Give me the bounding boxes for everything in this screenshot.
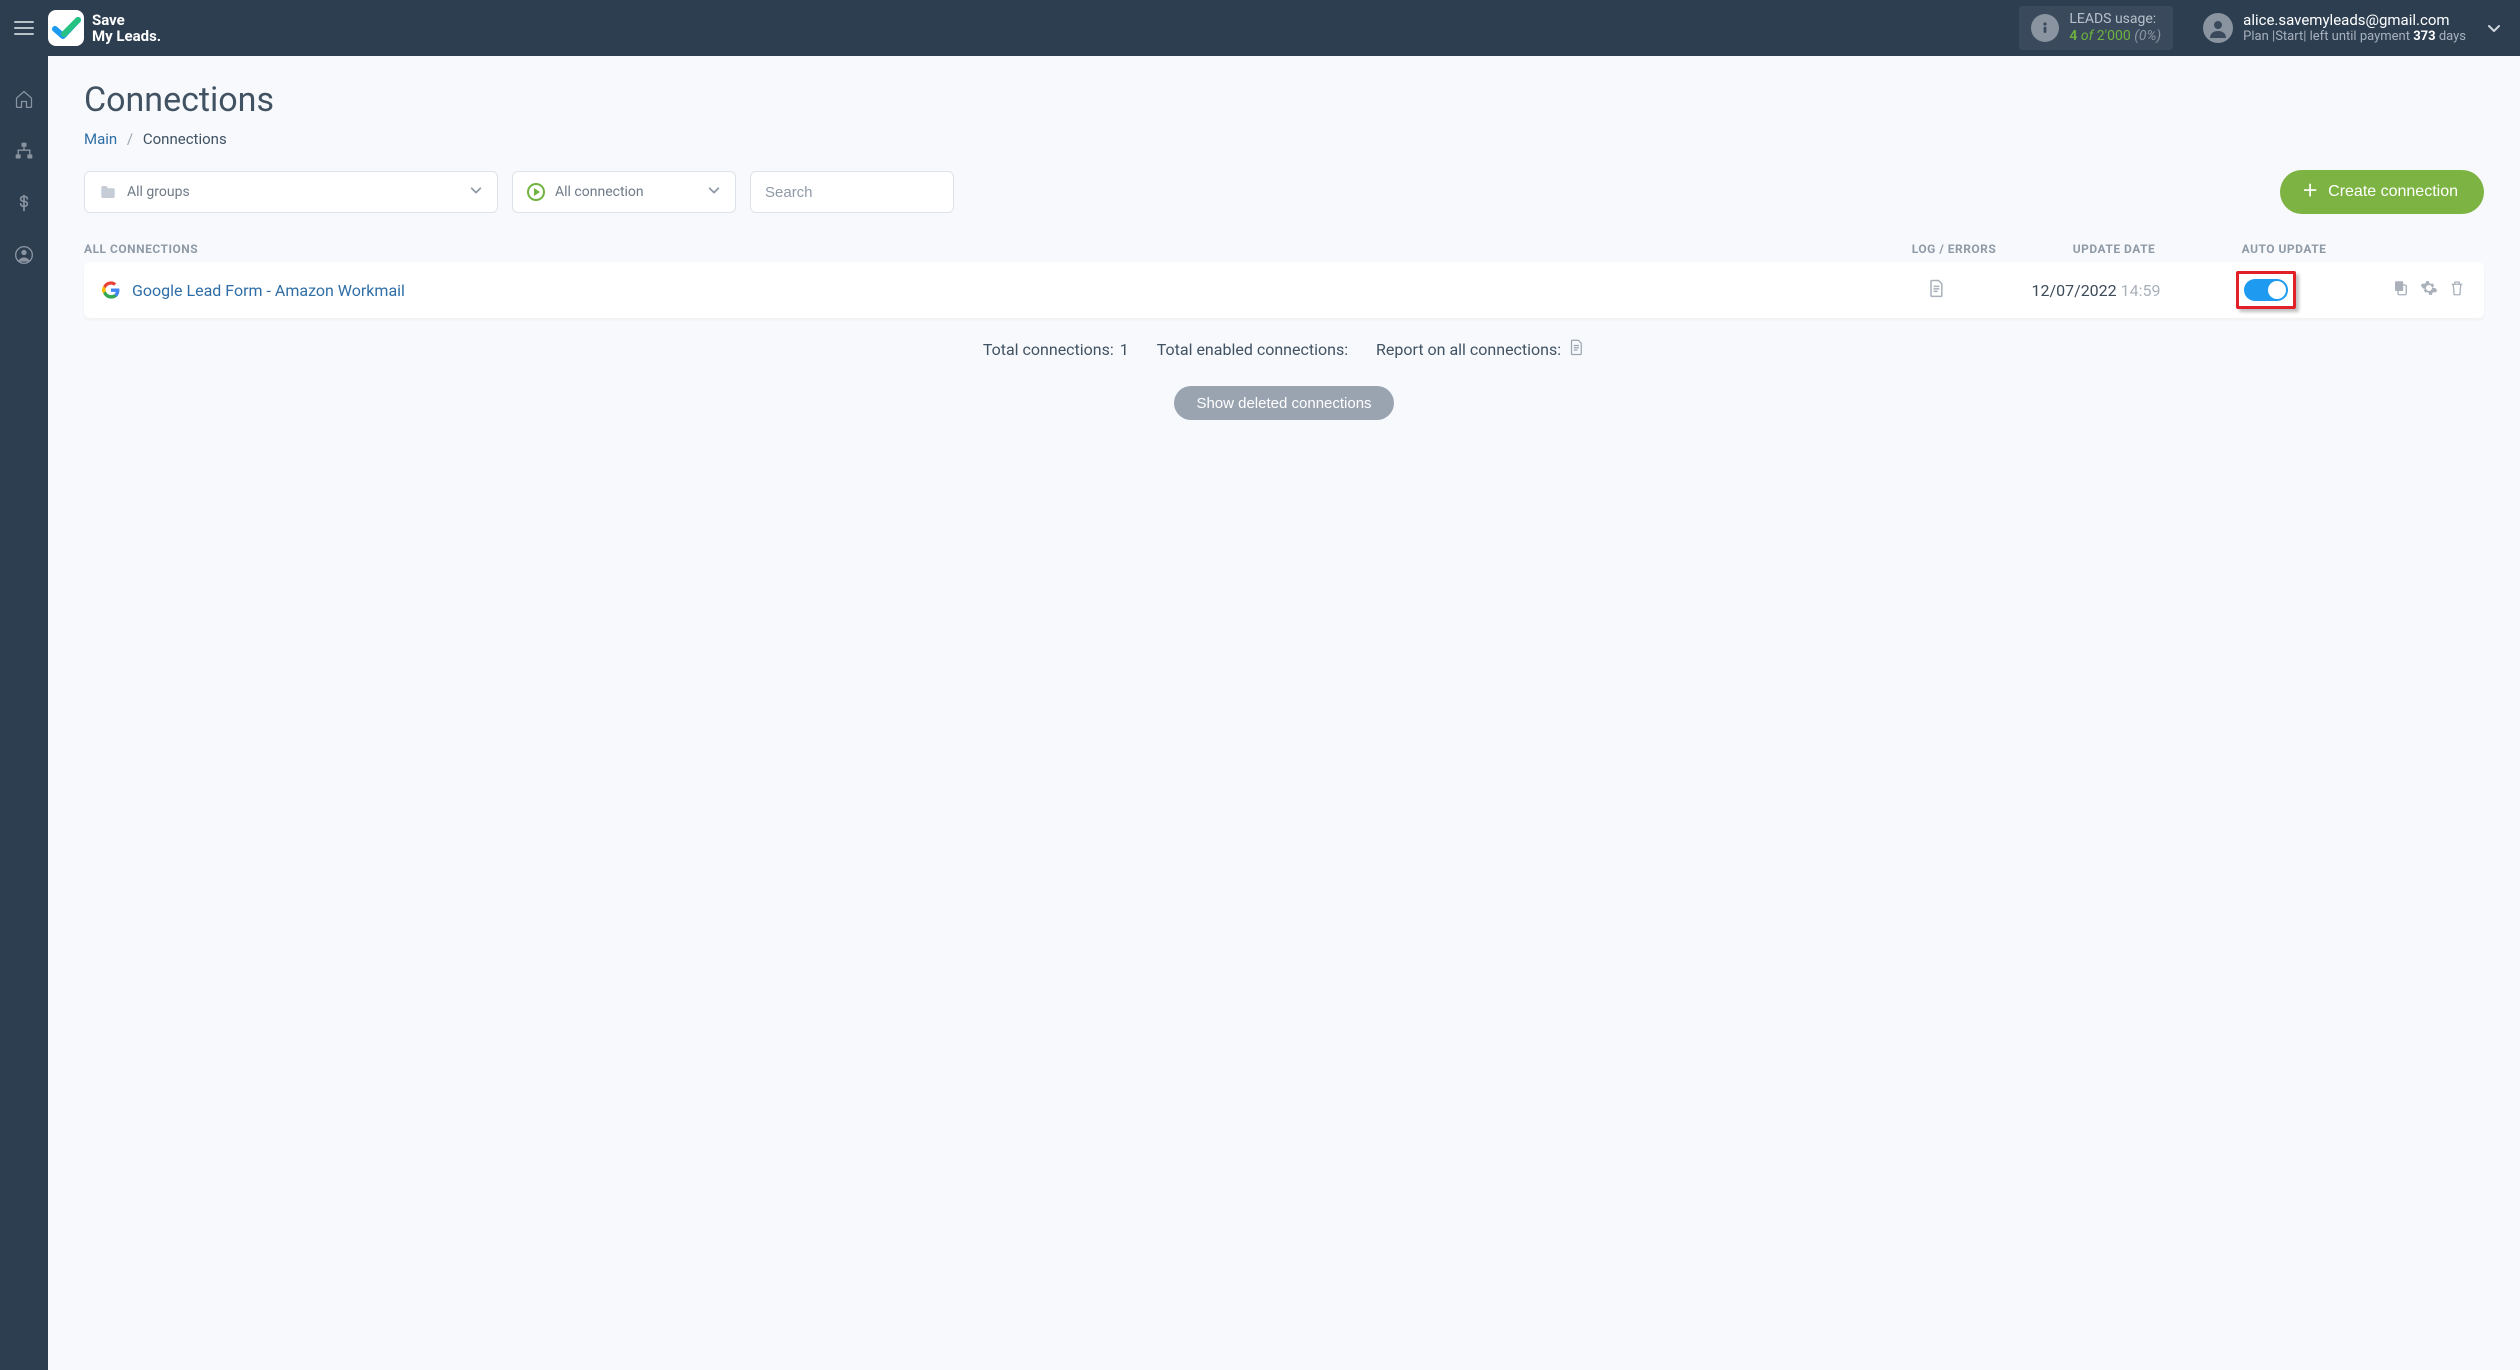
groups-select[interactable]: All groups — [84, 171, 498, 213]
logo-mark-icon — [48, 10, 84, 46]
sidebar-item-account[interactable] — [0, 234, 48, 276]
chevron-down-icon — [707, 183, 721, 201]
table-row: Google Lead Form - Amazon Workmail 12/07… — [84, 262, 2484, 318]
leads-of-word: of — [2081, 28, 2093, 44]
breadcrumb-main-link[interactable]: Main — [84, 130, 117, 148]
col-update-date: UPDATE DATE — [2014, 242, 2214, 256]
auto-update-toggle[interactable] — [2244, 279, 2288, 301]
col-log-errors: LOG / ERRORS — [1894, 242, 2014, 256]
main-content: Connections Main / Connections All group… — [48, 56, 2520, 1370]
connection-name-link[interactable]: Google Lead Form - Amazon Workmail — [132, 281, 405, 300]
update-date-value: 12/07/2022 — [2032, 281, 2117, 300]
chevron-down-icon — [2486, 20, 2502, 36]
total-enabled-label: Total enabled connections: — [1157, 340, 1348, 359]
copy-icon — [2392, 279, 2410, 297]
sidebar — [0, 56, 48, 1370]
total-connections-label: Total connections: — [983, 340, 1114, 359]
plan-prefix: Plan | — [2243, 29, 2275, 44]
leads-usage-label: LEADS usage: — [2069, 11, 2161, 28]
plus-icon: ＋ — [2302, 184, 2318, 200]
filter-toolbar: All groups All connection ＋ — [84, 170, 2484, 214]
folder-icon — [99, 183, 117, 201]
user-block[interactable]: alice.savemyleads@gmail.com Plan |Start|… — [2203, 11, 2466, 45]
plan-mid: | left until payment — [2303, 29, 2410, 44]
plan-days-suffix: days — [2439, 29, 2466, 44]
sidebar-item-home[interactable] — [0, 78, 48, 120]
page-title: Connections — [84, 80, 2484, 120]
breadcrumb-current: Connections — [143, 130, 227, 148]
home-icon — [14, 89, 34, 109]
connections-table-header: ALL CONNECTIONS LOG / ERRORS UPDATE DATE… — [84, 236, 2484, 262]
brand-text-line1: Save — [92, 12, 161, 29]
info-icon — [2031, 14, 2059, 42]
breadcrumb-separator: / — [127, 130, 133, 148]
leads-usage-box[interactable]: LEADS usage: 4 of 2'000 (0%) — [2019, 6, 2173, 50]
plan-name: Start — [2275, 29, 2303, 44]
create-connection-button[interactable]: ＋ Create connection — [2280, 170, 2484, 214]
leads-total-value: 2'000 — [2097, 28, 2131, 44]
settings-connection-button[interactable] — [2420, 279, 2438, 301]
chevron-down-icon — [469, 183, 483, 201]
groups-select-label: All groups — [127, 184, 190, 200]
sidebar-item-connections[interactable] — [0, 130, 48, 172]
total-connections-value: 1 — [1120, 340, 1129, 359]
leads-percent-value: (0%) — [2134, 28, 2161, 44]
dollar-icon — [14, 193, 34, 213]
document-icon — [1926, 278, 1946, 298]
col-all-connections: ALL CONNECTIONS — [84, 242, 1894, 256]
document-icon — [1567, 338, 1585, 356]
show-deleted-button[interactable]: Show deleted connections — [1174, 386, 1393, 420]
trash-icon — [2448, 279, 2466, 297]
connection-status-select[interactable]: All connection — [512, 171, 736, 213]
summary-row: Total connections: 1 Total enabled conne… — [84, 338, 2484, 360]
col-auto-update: AUTO UPDATE — [2214, 242, 2354, 256]
connection-status-label: All connection — [555, 184, 644, 200]
delete-connection-button[interactable] — [2448, 279, 2466, 301]
breadcrumb: Main / Connections — [84, 130, 2484, 148]
brand-logo[interactable]: Save My Leads. — [48, 10, 161, 46]
google-icon — [102, 281, 120, 299]
user-menu-toggle[interactable] — [2474, 8, 2514, 48]
update-time-value: 14:59 — [2121, 281, 2161, 300]
plan-days-number: 373 — [2413, 29, 2435, 44]
user-email-text: alice.savemyleads@gmail.com — [2243, 11, 2466, 29]
auto-update-highlight — [2236, 271, 2296, 309]
log-button[interactable] — [1926, 278, 1946, 298]
create-connection-label: Create connection — [2328, 183, 2458, 201]
hamburger-icon — [14, 21, 34, 35]
sitemap-icon — [14, 141, 34, 161]
search-input[interactable] — [765, 184, 939, 201]
play-ring-icon — [527, 183, 545, 201]
sidebar-item-billing[interactable] — [0, 182, 48, 224]
report-download-button[interactable] — [1567, 338, 1585, 360]
show-deleted-label: Show deleted connections — [1196, 395, 1371, 412]
gear-icon — [2420, 279, 2438, 297]
brand-text-line2: My Leads. — [92, 28, 161, 45]
leads-used-value: 4 — [2069, 28, 2077, 44]
topbar: Save My Leads. LEADS usage: 4 of 2'000 (… — [0, 0, 2520, 56]
copy-connection-button[interactable] — [2392, 279, 2410, 301]
report-label: Report on all connections: — [1376, 340, 1561, 359]
search-field-wrapper — [750, 171, 954, 213]
user-circle-icon — [14, 245, 34, 265]
hamburger-menu-button[interactable] — [0, 0, 48, 56]
avatar-icon — [2203, 13, 2233, 43]
